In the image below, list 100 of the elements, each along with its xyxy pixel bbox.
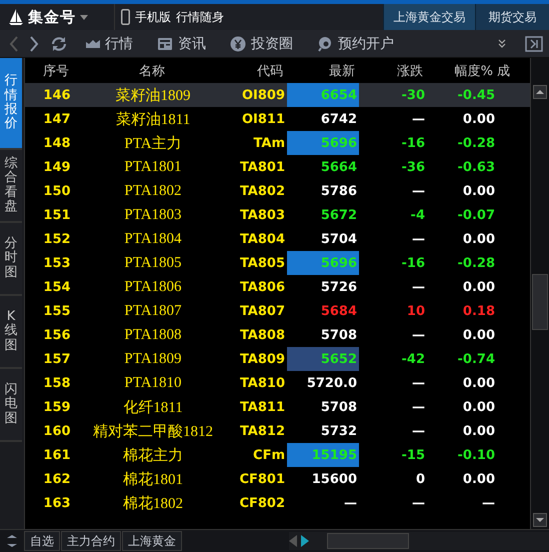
- change-percent: -0.07: [456, 206, 496, 224]
- contract-code: TA812: [238, 422, 286, 440]
- toolbar-button[interactable]: 资讯: [147, 34, 216, 52]
- newspaper-icon: [157, 36, 173, 52]
- change-percent: —: [481, 494, 496, 512]
- quote-row[interactable]: 152 PTA1804 TA804 5704 — 0.00: [25, 227, 530, 251]
- change-percent: 0.00: [462, 278, 496, 296]
- price-change: 0: [414, 470, 426, 488]
- quote-row[interactable]: 162 棉花1801 CF801 15600 0 0.00: [25, 467, 530, 491]
- contract-name: 化纤1811: [122, 398, 184, 418]
- quote-row[interactable]: 146 菜籽油1809 OI809 6654 -30 -0.45: [25, 83, 530, 107]
- quote-row[interactable]: 156 PTA1808 TA808 5708 — 0.00: [25, 323, 530, 347]
- change-percent: 0.00: [462, 470, 496, 488]
- quote-row[interactable]: 157 PTA1809 TA809 5652 -42 -0.74: [25, 347, 530, 371]
- last-price: 15195: [287, 443, 359, 467]
- bottom-tab[interactable]: 上海黄金: [122, 531, 182, 551]
- change-percent: -0.28: [456, 134, 496, 152]
- quote-row[interactable]: 163 棉花1802 CF802 — — —: [25, 491, 530, 515]
- column-header[interactable]: 成: [497, 62, 530, 80]
- quote-row[interactable]: 153 PTA1805 TA805 5696 -16 -0.28: [25, 251, 530, 275]
- bottom-tab[interactable]: 自选: [24, 531, 60, 551]
- price-change: —: [411, 422, 426, 440]
- quote-row[interactable]: 148 PTA主力 TAm 5696 -16 -0.28: [25, 131, 530, 155]
- phone-icon: [121, 9, 130, 25]
- price-change: -4: [410, 206, 426, 224]
- side-tab[interactable]: K线图: [0, 296, 22, 369]
- contract-code: TA810: [238, 374, 286, 392]
- double-chevron-icon[interactable]: [498, 39, 506, 48]
- column-header[interactable]: 名称: [91, 62, 217, 80]
- contract-name: PTA1808: [123, 326, 183, 344]
- quote-row[interactable]: 161 棉花主力 CFm 15195 -15 -0.10: [25, 443, 530, 467]
- row-number: 156: [42, 326, 72, 344]
- slogan: 行情随身: [176, 8, 224, 26]
- change-percent: 0.00: [462, 182, 496, 200]
- contract-code: OI809: [240, 86, 286, 104]
- contract-code: TA802: [238, 182, 286, 200]
- last-price: 5672: [320, 206, 358, 224]
- last-price: 5664: [320, 158, 358, 176]
- change-percent: 0.00: [462, 422, 496, 440]
- column-header[interactable]: 代码: [217, 62, 287, 80]
- side-tab[interactable]: 闪电图: [0, 369, 22, 442]
- change-percent: -0.74: [456, 350, 496, 368]
- exchange-button[interactable]: 上海黄金交易: [383, 4, 475, 30]
- logo-text: 集金号: [28, 8, 76, 26]
- change-percent: 0.00: [462, 230, 496, 248]
- contract-name: PTA1804: [123, 230, 183, 248]
- quote-row[interactable]: 151 PTA1803 TA803 5672 -4 -0.07: [25, 203, 530, 227]
- column-header[interactable]: 幅度%: [427, 62, 497, 80]
- quote-row[interactable]: 149 PTA1801 TA801 5664 -36 -0.63: [25, 155, 530, 179]
- horizontal-scrollbar-thumb[interactable]: [327, 533, 409, 549]
- scroll-down-icon[interactable]: [533, 513, 547, 527]
- side-tab[interactable]: 分时图: [0, 223, 22, 296]
- next-tab-icon[interactable]: [300, 535, 309, 547]
- contract-name: 棉花主力: [122, 446, 184, 466]
- last-price: 5732: [320, 422, 358, 440]
- contract-code: TA806: [238, 278, 286, 296]
- toolbar-button[interactable]: 预约开户: [307, 34, 404, 52]
- scroll-up-icon[interactable]: [533, 85, 547, 99]
- contract-name: 棉花1802: [122, 494, 184, 514]
- quote-row[interactable]: 158 PTA1810 TA810 5720.0 — 0.00: [25, 371, 530, 395]
- last-price: 5786: [320, 182, 358, 200]
- last-price: 5652: [287, 347, 359, 371]
- change-percent: 0.00: [462, 398, 496, 416]
- row-number: 163: [42, 494, 72, 512]
- price-change: —: [411, 494, 426, 512]
- quote-row[interactable]: 154 PTA1806 TA806 5726 — 0.00: [25, 275, 530, 299]
- chart-icon: [86, 39, 100, 48]
- collapse-panel-icon[interactable]: [525, 36, 543, 52]
- contract-code: TAm: [252, 134, 286, 152]
- side-tab[interactable]: 综合看盘: [0, 150, 22, 223]
- forward-icon[interactable]: [29, 36, 39, 52]
- contract-name: 菜籽油1809: [114, 86, 192, 106]
- toolbar-button[interactable]: 行情: [76, 34, 143, 52]
- last-price: 5708: [320, 398, 358, 416]
- last-price: 6654: [287, 83, 359, 107]
- bottom-tab[interactable]: 主力合约: [61, 531, 121, 551]
- caret-icon[interactable]: [80, 14, 88, 20]
- column-header[interactable]: 序号: [25, 62, 91, 80]
- scrollbar-thumb[interactable]: [532, 274, 548, 330]
- column-header[interactable]: 涨跌: [359, 62, 427, 80]
- contract-code: CF801: [238, 470, 286, 488]
- quote-row[interactable]: 147 菜籽油1811 OI811 6742 — 0.00: [25, 107, 530, 131]
- row-number: 157: [42, 350, 72, 368]
- quote-row[interactable]: 159 化纤1811 TA811 5708 — 0.00: [25, 395, 530, 419]
- row-number: 153: [42, 254, 72, 272]
- refresh-icon[interactable]: [49, 34, 69, 52]
- contract-code: CFm: [252, 446, 286, 464]
- contract-code: TA805: [238, 254, 286, 272]
- contract-code: TA801: [238, 158, 286, 176]
- column-header[interactable]: 最新: [287, 62, 359, 80]
- quote-row[interactable]: 155 PTA1807 TA807 5684 10 0.18: [25, 299, 530, 323]
- contract-name: 精对苯二甲酸1812: [92, 422, 214, 442]
- side-tab[interactable]: 行情报价: [0, 58, 22, 150]
- quote-row[interactable]: 160 精对苯二甲酸1812 TA812 5732 — 0.00: [25, 419, 530, 443]
- price-change: —: [411, 374, 426, 392]
- exchange-button[interactable]: 期货交易: [475, 4, 549, 30]
- toolbar-button[interactable]: 投资圈: [220, 34, 303, 52]
- quote-row[interactable]: 150 PTA1802 TA802 5786 — 0.00: [25, 179, 530, 203]
- row-number: 155: [42, 302, 72, 320]
- contract-name: 菜籽油1811: [114, 110, 192, 130]
